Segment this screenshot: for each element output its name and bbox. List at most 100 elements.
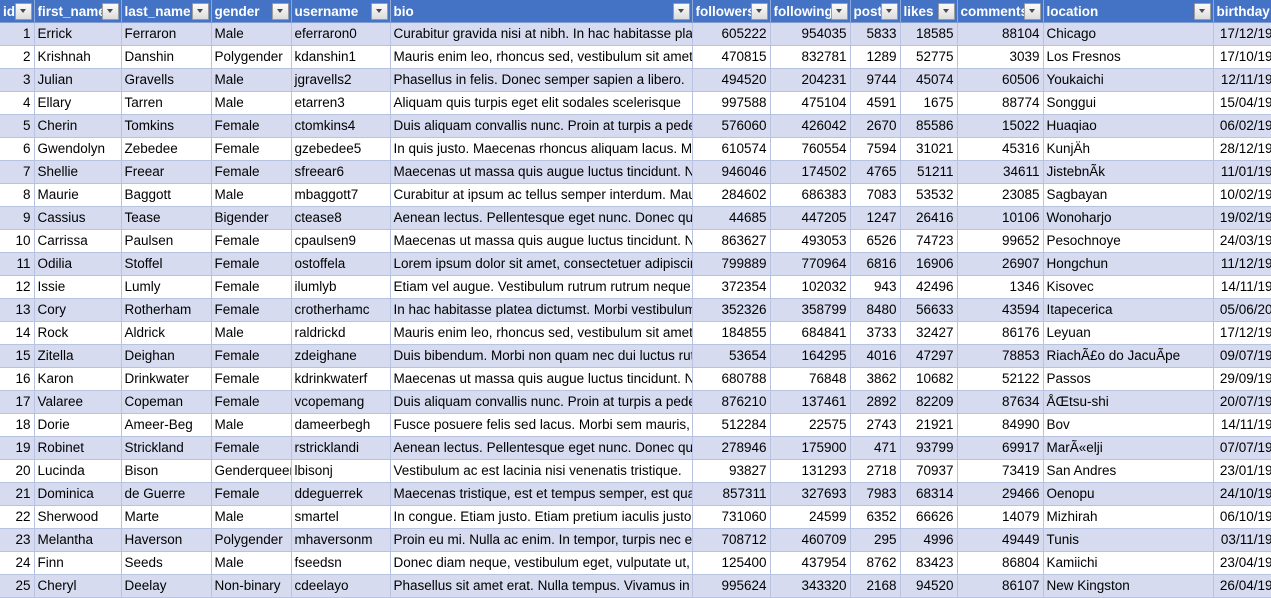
cell-following[interactable]: 22575 <box>770 414 850 437</box>
cell-last_name[interactable]: Rotherham <box>121 299 211 322</box>
cell-first_name[interactable]: Zitella <box>34 345 121 368</box>
cell-gender[interactable]: Male <box>211 552 291 575</box>
cell-id[interactable]: 21 <box>0 483 34 506</box>
cell-first_name[interactable]: Cherin <box>34 115 121 138</box>
filter-dropdown-icon-followers[interactable] <box>751 3 768 20</box>
cell-id[interactable]: 8 <box>0 184 34 207</box>
cell-posts[interactable]: 7083 <box>850 184 900 207</box>
table-row[interactable]: 1ErrickFerraronMaleeferraron0Curabitur g… <box>0 23 1271 46</box>
cell-comments[interactable]: 88774 <box>957 92 1043 115</box>
cell-following[interactable]: 24599 <box>770 506 850 529</box>
table-row[interactable]: 9CassiusTeaseBigenderctease8Aenean lectu… <box>0 207 1271 230</box>
cell-gender[interactable]: Polygender <box>211 46 291 69</box>
cell-location[interactable]: Sagbayan <box>1043 184 1213 207</box>
cell-likes[interactable]: 70937 <box>900 460 957 483</box>
cell-location[interactable]: Passos <box>1043 368 1213 391</box>
cell-gender[interactable]: Female <box>211 138 291 161</box>
cell-posts[interactable]: 5833 <box>850 23 900 46</box>
cell-first_name[interactable]: Cassius <box>34 207 121 230</box>
cell-gender[interactable]: Female <box>211 230 291 253</box>
cell-birthday[interactable]: 23/01/1969 <box>1213 460 1271 483</box>
cell-posts[interactable]: 3862 <box>850 368 900 391</box>
cell-gender[interactable]: Male <box>211 92 291 115</box>
cell-following[interactable]: 137461 <box>770 391 850 414</box>
cell-id[interactable]: 17 <box>0 391 34 414</box>
cell-gender[interactable]: Female <box>211 368 291 391</box>
cell-likes[interactable]: 51211 <box>900 161 957 184</box>
cell-gender[interactable]: Genderqueer <box>211 460 291 483</box>
cell-id[interactable]: 18 <box>0 414 34 437</box>
cell-gender[interactable]: Female <box>211 483 291 506</box>
cell-likes[interactable]: 56633 <box>900 299 957 322</box>
cell-comments[interactable]: 52122 <box>957 368 1043 391</box>
cell-comments[interactable]: 78853 <box>957 345 1043 368</box>
cell-followers[interactable]: 278946 <box>692 437 770 460</box>
cell-followers[interactable]: 708712 <box>692 529 770 552</box>
cell-followers[interactable]: 576060 <box>692 115 770 138</box>
cell-likes[interactable]: 31021 <box>900 138 957 161</box>
cell-posts[interactable]: 295 <box>850 529 900 552</box>
cell-birthday[interactable]: 19/02/1976 <box>1213 207 1271 230</box>
cell-gender[interactable]: Female <box>211 437 291 460</box>
cell-first_name[interactable]: Errick <box>34 23 121 46</box>
cell-last_name[interactable]: Paulsen <box>121 230 211 253</box>
cell-posts[interactable]: 2168 <box>850 575 900 598</box>
cell-following[interactable]: 447205 <box>770 207 850 230</box>
cell-posts[interactable]: 8480 <box>850 299 900 322</box>
cell-first_name[interactable]: Carrissa <box>34 230 121 253</box>
cell-location[interactable]: KunjÄh <box>1043 138 1213 161</box>
table-row[interactable]: 15ZitellaDeighanFemalezdeighaneDuis bibe… <box>0 345 1271 368</box>
cell-location[interactable]: Kamiichi <box>1043 552 1213 575</box>
cell-last_name[interactable]: Tease <box>121 207 211 230</box>
cell-following[interactable]: 684841 <box>770 322 850 345</box>
cell-location[interactable]: San Andres <box>1043 460 1213 483</box>
cell-bio[interactable]: In quis justo. Maecenas rhoncus aliquam … <box>390 138 692 161</box>
cell-likes[interactable]: 68314 <box>900 483 957 506</box>
cell-last_name[interactable]: Tarren <box>121 92 211 115</box>
cell-id[interactable]: 25 <box>0 575 34 598</box>
table-row[interactable]: 5CherinTomkinsFemalectomkins4Duis aliqua… <box>0 115 1271 138</box>
cell-last_name[interactable]: Marte <box>121 506 211 529</box>
cell-following[interactable]: 131293 <box>770 460 850 483</box>
cell-comments[interactable]: 26907 <box>957 253 1043 276</box>
cell-last_name[interactable]: Copeman <box>121 391 211 414</box>
cell-bio[interactable]: Lorem ipsum dolor sit amet, consectetuer… <box>390 253 692 276</box>
cell-birthday[interactable]: 05/06/2001 <box>1213 299 1271 322</box>
table-row[interactable]: 2KrishnahDanshinPolygenderkdanshin1Mauri… <box>0 46 1271 69</box>
cell-last_name[interactable]: Bison <box>121 460 211 483</box>
cell-birthday[interactable]: 17/10/1970 <box>1213 46 1271 69</box>
cell-following[interactable]: 493053 <box>770 230 850 253</box>
cell-first_name[interactable]: Krishnah <box>34 46 121 69</box>
cell-likes[interactable]: 1675 <box>900 92 957 115</box>
cell-first_name[interactable]: Odilia <box>34 253 121 276</box>
cell-first_name[interactable]: Ellary <box>34 92 121 115</box>
cell-gender[interactable]: Female <box>211 276 291 299</box>
cell-followers[interactable]: 352326 <box>692 299 770 322</box>
cell-following[interactable]: 460709 <box>770 529 850 552</box>
cell-bio[interactable]: Fusce posuere felis sed lacus. Morbi sem… <box>390 414 692 437</box>
cell-username[interactable]: etarren3 <box>291 92 390 115</box>
cell-followers[interactable]: 731060 <box>692 506 770 529</box>
cell-gender[interactable]: Male <box>211 23 291 46</box>
cell-id[interactable]: 23 <box>0 529 34 552</box>
table-row[interactable]: 7ShellieFreearFemalesfreear6Maecenas ut … <box>0 161 1271 184</box>
cell-bio[interactable]: Aenean lectus. Pellentesque eget nunc. D… <box>390 207 692 230</box>
cell-username[interactable]: ctease8 <box>291 207 390 230</box>
table-row[interactable]: 20LucindaBisonGenderqueerlbisonjVestibul… <box>0 460 1271 483</box>
cell-location[interactable]: JistebnÃ­k <box>1043 161 1213 184</box>
column-header-location[interactable]: location <box>1043 0 1213 23</box>
filter-dropdown-icon-last_name[interactable] <box>192 3 209 20</box>
cell-gender[interactable]: Female <box>211 345 291 368</box>
cell-birthday[interactable]: 26/04/1986 <box>1213 575 1271 598</box>
cell-bio[interactable]: Mauris enim leo, rhoncus sed, vestibulum… <box>390 322 692 345</box>
cell-likes[interactable]: 52775 <box>900 46 957 69</box>
table-row[interactable]: 22SherwoodMarteMalesmartelIn congue. Eti… <box>0 506 1271 529</box>
cell-bio[interactable]: Maecenas ut massa quis augue luctus tinc… <box>390 161 692 184</box>
cell-first_name[interactable]: Gwendolyn <box>34 138 121 161</box>
filter-dropdown-icon-first_name[interactable] <box>102 3 119 20</box>
cell-username[interactable]: fseedsn <box>291 552 390 575</box>
cell-gender[interactable]: Male <box>211 184 291 207</box>
filter-dropdown-icon-username[interactable] <box>371 3 388 20</box>
table-row[interactable]: 23MelanthaHaversonPolygendermhaversonmPr… <box>0 529 1271 552</box>
filter-dropdown-icon-bio[interactable] <box>673 3 690 20</box>
